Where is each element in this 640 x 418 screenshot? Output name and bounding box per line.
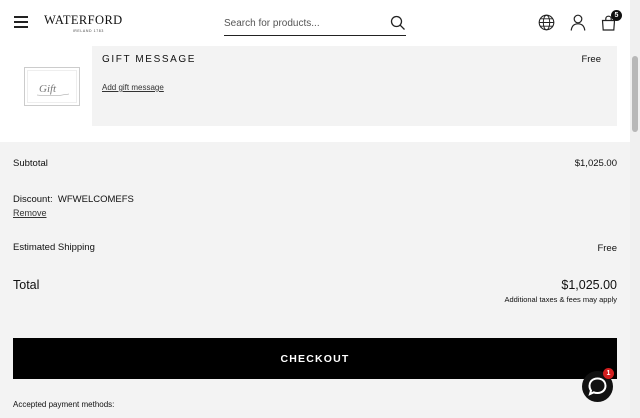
search-icon[interactable] (390, 15, 406, 31)
search-input[interactable] (224, 12, 384, 34)
checkout-button[interactable]: CHECKOUT (13, 338, 617, 379)
cart-count-badge: 5 (611, 10, 622, 21)
scrollbar-thumb[interactable] (632, 56, 638, 132)
discount-row: Discount: WFWELCOMEFS (13, 194, 134, 205)
discount-code: WFWELCOMEFS (57, 194, 134, 205)
logo-subtext: IRELAND 1783 (72, 29, 104, 33)
payment-methods-label: Accepted payment methods: (13, 400, 115, 409)
total-label: Total (13, 278, 40, 292)
gift-message-title: GIFT MESSAGE (102, 54, 197, 65)
add-gift-message-link[interactable]: Add gift message (102, 83, 164, 92)
account-icon[interactable] (570, 14, 586, 31)
subtotal-label: Subtotal (13, 158, 48, 169)
chat-notification-badge: 1 (603, 368, 614, 379)
gift-script-image: Gift (36, 83, 70, 97)
tax-note: Additional taxes & fees may apply (504, 295, 617, 304)
globe-icon[interactable] (538, 14, 555, 31)
waterford-logo[interactable]: WATERFORD IRELAND 1783 (44, 13, 123, 33)
shipping-label: Estimated Shipping (13, 242, 95, 253)
gift-message-price: Free (581, 54, 601, 65)
svg-text:Gift: Gift (39, 83, 57, 95)
page-scrollbar[interactable] (630, 0, 640, 418)
gift-message-panel: GIFT MESSAGE Free Add gift message (92, 46, 617, 126)
shipping-value: Free (597, 243, 617, 254)
gift-message-section: Gift GIFT MESSAGE Free Add gift message (0, 46, 630, 142)
subtotal-value: $1,025.00 (574, 158, 617, 169)
logo-text: WATERFORD (44, 13, 123, 27)
menu-icon[interactable] (14, 16, 28, 28)
remove-discount-link[interactable]: Remove (13, 208, 47, 218)
site-header: WATERFORD IRELAND 1783 5 (0, 0, 630, 46)
discount-label: Discount: (13, 194, 53, 205)
search-bar (224, 12, 406, 36)
gift-card-thumbnail: Gift (24, 67, 80, 106)
total-value: $1,025.00 (561, 278, 617, 292)
